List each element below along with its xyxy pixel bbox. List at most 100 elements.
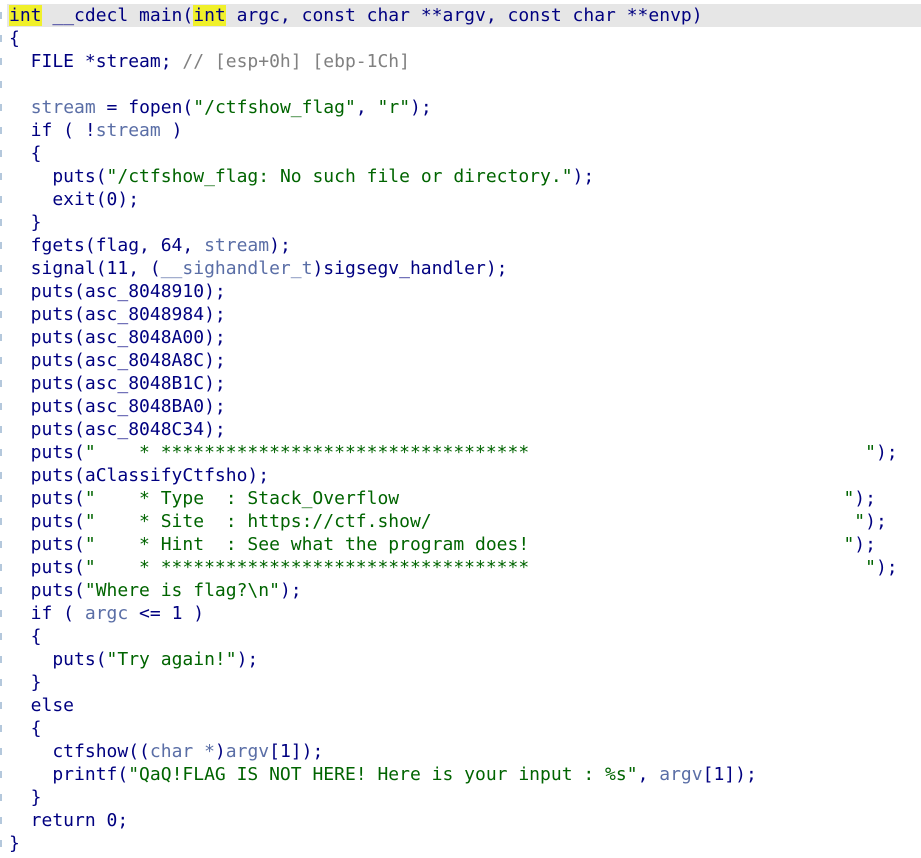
- string-literal: "Where is flag?\n": [84, 580, 280, 601]
- gutter-mark: [0, 610, 2, 617]
- code-token: puts(: [9, 488, 85, 509]
- code-line[interactable]: if ( argc <= 1 ): [9, 602, 921, 625]
- gutter-mark: [0, 12, 2, 19]
- code-token: );: [854, 488, 876, 509]
- code-token: fgets(flag, 64,: [9, 235, 205, 256]
- gutter-mark: [0, 150, 2, 157]
- identifier: stream: [95, 120, 161, 141]
- code-token: }: [9, 672, 42, 693]
- code-line[interactable]: signal(11, (__sighandler_t)sigsegv_handl…: [9, 257, 921, 280]
- code-line[interactable]: ctfshow((char *)argv[1]);: [9, 740, 921, 763]
- code-token: puts(: [9, 649, 107, 670]
- code-token: puts(asc_8048A8C);: [9, 350, 226, 371]
- code-token: __cdecl main(: [41, 5, 194, 26]
- code-token: );: [279, 580, 302, 601]
- code-line[interactable]: puts("Try again!");: [9, 648, 921, 671]
- code-token: return 0;: [9, 810, 129, 831]
- code-line[interactable]: puts(asc_8048984);: [9, 303, 921, 326]
- string-literal: "/ctfshow_flag": [193, 97, 356, 118]
- code-line[interactable]: exit(0);: [9, 188, 921, 211]
- code-token: ): [160, 120, 183, 141]
- code-line[interactable]: puts("Where is flag?\n");: [9, 579, 921, 602]
- code-line[interactable]: fgets(flag, 64, stream);: [9, 234, 921, 257]
- code-line[interactable]: puts(" * Hint : See what the program doe…: [9, 533, 921, 556]
- code-token: }: [9, 212, 42, 233]
- gutter-mark: [0, 541, 2, 548]
- code-token: puts(: [9, 442, 85, 463]
- code-line[interactable]: {: [9, 27, 921, 50]
- code-line[interactable]: printf("QaQ!FLAG IS NOT HERE! Here is yo…: [9, 763, 921, 786]
- code-token: puts(asc_8048984);: [9, 304, 226, 325]
- code-line[interactable]: stream = fopen("/ctfshow_flag", "r");: [9, 96, 921, 119]
- code-token: [1]);: [702, 764, 757, 785]
- gutter-mark: [0, 242, 2, 249]
- code-line[interactable]: puts(" * Type : Stack_Overflow ");: [9, 487, 921, 510]
- code-token: );: [410, 97, 432, 118]
- code-line[interactable]: }: [9, 211, 921, 234]
- code-token: FILE *stream;: [9, 51, 183, 72]
- gutter-mark: [0, 81, 2, 88]
- code-line[interactable]: puts(asc_8048A00);: [9, 326, 921, 349]
- gutter-mark: [0, 564, 2, 571]
- code-line[interactable]: {: [9, 142, 921, 165]
- code-token: {: [9, 143, 42, 164]
- pseudocode-listing[interactable]: int __cdecl main(int argc, const char **…: [7, 4, 921, 855]
- code-token: puts(asc_8048B1C);: [9, 373, 226, 394]
- gutter-mark: [0, 104, 2, 111]
- string-literal: " * ********************************** ": [84, 442, 876, 463]
- identifier: __sighandler_t: [160, 258, 313, 279]
- string-literal: "/ctfshow_flag: No such file or director…: [106, 166, 573, 187]
- string-literal: "Try again!": [106, 649, 237, 670]
- gutter-mark: [0, 265, 2, 272]
- code-line[interactable]: if ( !stream ): [9, 119, 921, 142]
- code-line[interactable]: {: [9, 717, 921, 740]
- highlighted-keyword: int: [9, 5, 42, 26]
- gutter-mark: [0, 518, 2, 525]
- code-line[interactable]: {: [9, 625, 921, 648]
- code-token: );: [572, 166, 595, 187]
- code-token: puts(: [9, 166, 107, 187]
- code-line[interactable]: puts(" * *******************************…: [9, 441, 921, 464]
- string-literal: "r": [377, 97, 411, 118]
- comment: // [esp+0h] [ebp-1Ch]: [182, 51, 410, 72]
- code-line[interactable]: puts(aClassifyCtfsho);: [9, 464, 921, 487]
- code-line[interactable]: puts(asc_8048A8C);: [9, 349, 921, 372]
- code-line[interactable]: puts("/ctfshow_flag: No such file or dir…: [9, 165, 921, 188]
- gutter-mark: [0, 679, 2, 686]
- code-token: {: [9, 626, 42, 647]
- code-line[interactable]: puts(asc_8048BA0);: [9, 395, 921, 418]
- gutter-mark: [0, 449, 2, 456]
- code-line[interactable]: return 0;: [9, 809, 921, 832]
- highlighted-keyword: int: [193, 5, 226, 26]
- code-token: puts(aClassifyCtfsho);: [9, 465, 270, 486]
- pseudocode-view[interactable]: int __cdecl main(int argc, const char **…: [0, 0, 921, 858]
- gutter-mark: [0, 380, 2, 387]
- code-line[interactable]: int __cdecl main(int argc, const char **…: [7, 4, 921, 27]
- code-token: puts(asc_8048C34);: [9, 419, 226, 440]
- code-token: signal(11, (: [9, 258, 161, 279]
- code-line[interactable]: [9, 73, 921, 96]
- code-line[interactable]: puts(asc_8048910);: [9, 280, 921, 303]
- gutter-mark: [0, 357, 2, 364]
- code-token: }: [9, 787, 42, 808]
- code-line[interactable]: }: [9, 671, 921, 694]
- code-line[interactable]: }: [9, 786, 921, 809]
- gutter-mark: [0, 35, 2, 42]
- code-line[interactable]: puts(" * Site : https://ctf.show/ ");: [9, 510, 921, 533]
- code-line[interactable]: }: [9, 832, 921, 855]
- code-line[interactable]: puts(asc_8048B1C);: [9, 372, 921, 395]
- gutter-mark: [0, 725, 2, 732]
- line-gutter: [0, 0, 4, 858]
- code-token: );: [236, 649, 259, 670]
- code-line[interactable]: FILE *stream; // [esp+0h] [ebp-1Ch]: [9, 50, 921, 73]
- code-line[interactable]: else: [9, 694, 921, 717]
- code-token: puts(asc_8048BA0);: [9, 396, 226, 417]
- code-line[interactable]: puts(asc_8048C34);: [9, 418, 921, 441]
- code-token: puts(: [9, 511, 85, 532]
- gutter-mark: [0, 426, 2, 433]
- code-token: ): [214, 741, 226, 762]
- code-token: argc, const char **argv, const char **en…: [225, 5, 703, 26]
- gutter-mark: [0, 58, 2, 65]
- code-line[interactable]: puts(" * *******************************…: [9, 556, 921, 579]
- string-literal: " * Type : Stack_Overflow ": [84, 488, 855, 509]
